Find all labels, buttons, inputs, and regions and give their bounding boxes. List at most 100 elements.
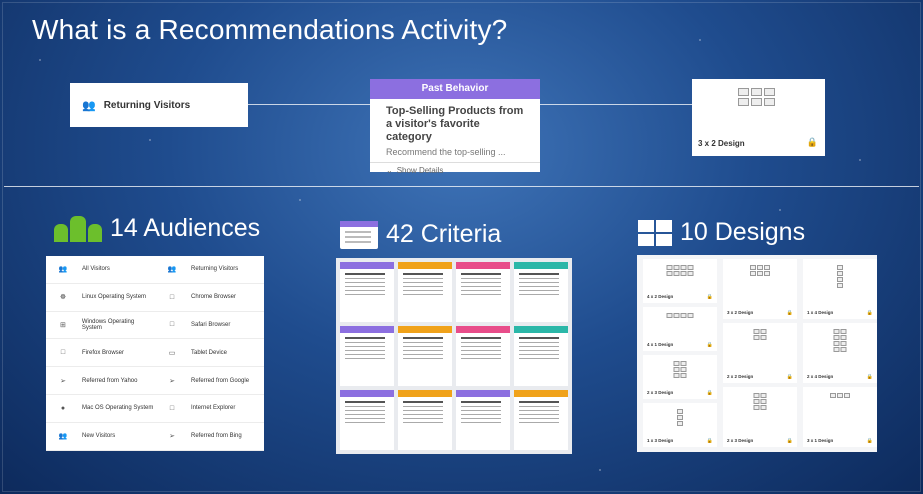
design-tile[interactable]: 2 x 4 Design 🔒 [803, 323, 877, 383]
audience-row: 👥 All Visitors 👥 Returning Visitors [46, 256, 264, 284]
lock-icon: 🔒 [706, 390, 713, 396]
design-thumbnail [673, 361, 687, 378]
design-column: 1 x 4 Design 🔒 2 x 4 Design 🔒 3 x 1 Design 🔒 [803, 259, 877, 451]
criteria-column [514, 262, 568, 454]
design-tile-label: 4 x 2 Design [647, 294, 674, 299]
lock-icon: 🔒 [806, 137, 818, 147]
audience-card-label: Returning Visitors [103, 99, 191, 111]
criteria-mini-card[interactable] [340, 262, 394, 322]
design-tile-label: 3 x 1 Design [807, 438, 834, 443]
audience-row: ● Mac OS Operating System □ Internet Explor… [46, 395, 264, 423]
design-tile-label: 3 x 2 Design [727, 310, 754, 315]
audience-item[interactable]: ● Mac OS Operating System [46, 405, 155, 412]
criteria-mini-card[interactable] [456, 390, 510, 450]
criteria-column [456, 262, 510, 454]
windows-icon: ⊞ [59, 321, 66, 329]
audience-item[interactable]: 👥 Returning Visitors [155, 265, 264, 273]
criteria-mini-card[interactable] [514, 262, 568, 322]
audience-item[interactable]: ▭ Tablet Device [155, 349, 264, 357]
criteria-mini-card[interactable] [514, 326, 568, 386]
referral-icon: ➢ [169, 433, 175, 441]
criteria-mini-card[interactable] [398, 326, 452, 386]
audience-row: □ Firefox Browser ▭ Tablet Device [46, 339, 264, 368]
audience-item-label: Mac OS Operating System [82, 405, 154, 412]
designs-heading: 10 Designs [638, 218, 805, 247]
criteria-mini-card[interactable] [456, 326, 510, 386]
design-tile-label: 1 x 4 Design [807, 310, 834, 315]
lock-icon: 🔒 [866, 374, 873, 380]
lock-icon: 🔒 [786, 310, 793, 316]
design-tile[interactable]: 3 x 2 Design 🔒 [723, 259, 797, 319]
criteria-column [340, 262, 394, 454]
criteria-card[interactable]: Past Behavior Top-Selling Products from … [370, 79, 540, 175]
audience-row: ⊞ Windows Operating System □ Safari Browser [46, 312, 264, 340]
design-tile[interactable]: 4 x 2 Design 🔒 [643, 259, 717, 303]
audience-item[interactable]: ☸ Linux Operating System [46, 293, 155, 301]
designs-count: 10 Designs [680, 218, 806, 246]
audience-row: 👥 New Visitors ➢ Referred from Bing [46, 423, 264, 451]
criteria-mini-card[interactable] [340, 390, 394, 450]
design-tile[interactable]: 1 x 3 Design 🔒 [643, 403, 717, 447]
audience-item[interactable]: ➢ Referred from Google [155, 377, 264, 385]
design-thumbnail [750, 265, 770, 276]
design-tile[interactable]: 4 x 1 Design 🔒 [643, 307, 717, 351]
referral-icon: ➢ [60, 377, 66, 385]
show-details-label: Show Details [396, 166, 444, 175]
audience-item-label: Chrome Browser [191, 294, 237, 301]
audience-item[interactable]: □ Chrome Browser [155, 294, 264, 301]
browser-icon: □ [169, 321, 175, 329]
design-thumbnail [833, 329, 847, 352]
design-tile[interactable]: 1 x 4 Design 🔒 [803, 259, 877, 319]
design-tile-label: 2 x 2 Design [727, 374, 754, 379]
lock-icon: 🔒 [786, 374, 793, 380]
design-card[interactable]: 3 x 2 Design 🔒 [692, 79, 825, 156]
design-tile-label: 4 x 1 Design [647, 342, 674, 347]
design-tile-label: 1 x 3 Design [647, 438, 674, 443]
audience-item[interactable]: 👥 All Visitors [46, 265, 155, 273]
audience-item-label: Tablet Device [191, 349, 228, 356]
audience-item-label: Linux Operating System [82, 294, 147, 301]
criteria-mini-card[interactable] [514, 390, 568, 450]
browser-icon: □ [169, 404, 175, 412]
browser-icon: □ [169, 293, 175, 301]
audience-item-label: Internet Explorer [191, 405, 236, 412]
lock-icon: 🔒 [706, 342, 713, 348]
design-thumbnail [738, 88, 775, 106]
audience-item[interactable]: ➢ Referred from Yahoo [46, 377, 155, 385]
design-column: 4 x 2 Design 🔒 4 x 1 Design 🔒 2 x 3 Design 🔒 1… [643, 259, 717, 451]
design-thumbnail [753, 393, 767, 410]
criteria-mini-card[interactable] [398, 390, 452, 450]
design-thumbnail [666, 265, 694, 276]
design-card-label: 3 x 2 Design [698, 139, 745, 148]
audience-item[interactable]: □ Safari Browser [155, 321, 264, 328]
audience-row: ➢ Referred from Yahoo ➢ Referred from Googl… [46, 367, 264, 395]
referral-icon: ➢ [169, 377, 175, 385]
audience-item-label: Safari Browser [191, 321, 231, 328]
criteria-mini-card[interactable] [398, 262, 452, 322]
design-column: 3 x 2 Design 🔒 2 x 2 Design 🔒 2 x 3 Design 🔒 [723, 259, 797, 451]
chevron-down-icon: ⌄ [386, 166, 393, 175]
audience-item[interactable]: ➢ Referred from Bing [155, 432, 264, 440]
design-tile[interactable]: 2 x 3 Design 🔒 [723, 387, 797, 447]
audiences-heading: 14 Audiences [54, 214, 260, 243]
people-icon: 👥 [58, 266, 68, 274]
people-icon: 👥 [58, 433, 68, 441]
audience-item[interactable]: 👥 New Visitors [46, 432, 155, 440]
audience-item[interactable]: □ Internet Explorer [155, 405, 264, 412]
criteria-card-title: Top-Selling Products from a visitor's fa… [386, 105, 524, 143]
audience-item[interactable]: ⊞ Windows Operating System [46, 319, 155, 331]
design-tile[interactable]: 2 x 3 Design 🔒 [643, 355, 717, 399]
show-details-link[interactable]: ⌄ Show Details [370, 163, 540, 178]
criteria-mini-card[interactable] [456, 262, 510, 322]
audience-item[interactable]: □ Firefox Browser [46, 349, 155, 356]
design-tile-label: 2 x 3 Design [727, 438, 754, 443]
slide-title: What is a Recommendations Activity? [32, 14, 508, 45]
audience-card[interactable]: 👥 Returning Visitors [70, 83, 248, 127]
design-tile[interactable]: 3 x 1 Design 🔒 [803, 387, 877, 447]
linux-icon: ☸ [59, 294, 67, 302]
design-tile[interactable]: 2 x 2 Design 🔒 [723, 323, 797, 383]
people-icon [54, 215, 102, 242]
lock-icon: 🔒 [866, 438, 873, 444]
criteria-list-icon [340, 220, 378, 249]
criteria-mini-card[interactable] [340, 326, 394, 386]
